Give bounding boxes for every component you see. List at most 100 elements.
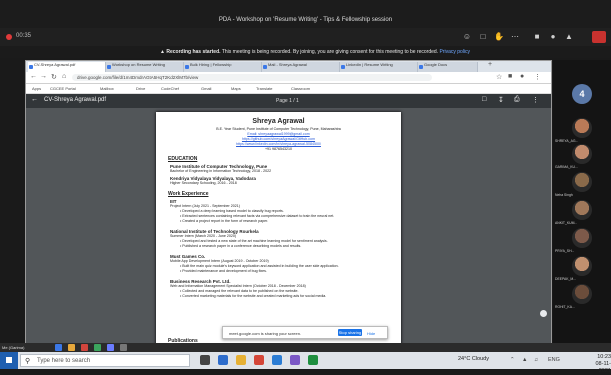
participants-icon[interactable]: ☺ bbox=[462, 32, 472, 42]
network-icon[interactable]: ▲ bbox=[522, 357, 527, 363]
bookmark-star-icon[interactable]: ☆ bbox=[496, 73, 502, 81]
section-heading-work: Work Experience bbox=[168, 191, 209, 197]
forward-icon[interactable]: → bbox=[40, 73, 47, 80]
search-icon: ⚲ bbox=[25, 358, 31, 365]
extensions-icon[interactable]: ■ bbox=[508, 73, 512, 80]
pdf-print-icon[interactable]: ⎙ bbox=[514, 96, 520, 104]
meeting-toolbar: 00:35 ☺ □ ✋ ⋯ ■ ● ▲ bbox=[0, 28, 611, 46]
participant-avatar[interactable] bbox=[572, 200, 592, 220]
app-icon[interactable] bbox=[120, 344, 127, 351]
pdf-download-icon[interactable]: ↧ bbox=[498, 96, 504, 104]
home-icon[interactable]: ⌂ bbox=[62, 73, 66, 80]
participant-avatar[interactable] bbox=[572, 144, 592, 164]
browser-menu-icon[interactable]: ⋮ bbox=[534, 73, 541, 81]
education-detail: Higher Secondary Schooling, 2016 - 2018 bbox=[170, 181, 237, 185]
microphone-icon[interactable]: ● bbox=[548, 32, 558, 42]
app-icon[interactable] bbox=[68, 344, 75, 351]
resume-contact-line: B.E. Year Student, Pune Institute of Com… bbox=[216, 127, 341, 131]
job-bullet: • Published a research paper in a confer… bbox=[180, 244, 302, 248]
app-icon[interactable] bbox=[107, 344, 114, 351]
page-icon bbox=[185, 65, 189, 69]
taskbar-search-box[interactable]: ⚲ Type here to search bbox=[20, 354, 190, 367]
next-page-icon[interactable] bbox=[540, 310, 547, 317]
leave-call-button[interactable] bbox=[592, 31, 606, 43]
reload-icon[interactable]: ↻ bbox=[51, 73, 57, 81]
browser-tab-label: Bulk Hiring | Fellowship bbox=[190, 62, 232, 67]
clock-date: 08-11-2021 bbox=[595, 361, 611, 374]
participant-count-badge[interactable]: 4 bbox=[572, 84, 592, 104]
bookmark-item[interactable]: Gmail bbox=[201, 86, 211, 91]
bookmark-item[interactable]: Classroom bbox=[291, 86, 310, 91]
participant-avatar[interactable] bbox=[572, 228, 592, 248]
more-options-icon[interactable]: ⋯ bbox=[510, 32, 520, 42]
self-view-label: Me (Garima) bbox=[2, 345, 25, 350]
camera-icon[interactable]: ■ bbox=[532, 32, 542, 42]
url-field[interactable]: drive.google.com/file/d/1m4DmdrAGtA5HqT2… bbox=[72, 74, 432, 81]
resume-contact-line[interactable]: https://github.com/shreyaAgrawal/GitHub.… bbox=[156, 137, 401, 141]
teams-icon[interactable] bbox=[290, 355, 300, 365]
bookmark-item[interactable]: Translate bbox=[256, 86, 273, 91]
bookmark-item[interactable]: Drive bbox=[136, 86, 145, 91]
stop-sharing-button[interactable]: Stop sharing bbox=[338, 329, 362, 336]
app-icon[interactable] bbox=[55, 344, 62, 351]
participant-avatar[interactable] bbox=[572, 118, 592, 138]
hide-toast-button[interactable]: Hide bbox=[367, 331, 375, 336]
bookmark-item[interactable]: CGCEE Portal bbox=[50, 86, 76, 91]
pdf-toolbar: ← CV-Shreya Agrawal.pdf Page 1 / 1 □ ↧ ⎙… bbox=[26, 94, 551, 108]
pdf-more-icon[interactable]: ⋮ bbox=[532, 96, 539, 104]
meeting-title-bar: PDA - Workshop on 'Resume Writing' - Tip… bbox=[0, 0, 611, 28]
app-icon[interactable] bbox=[94, 344, 101, 351]
app-icon[interactable] bbox=[81, 344, 88, 351]
participant-name: DEEPAK_M... bbox=[555, 277, 577, 281]
language-indicator[interactable]: ENG bbox=[548, 357, 560, 363]
shared-browser-window: CV-Shreya Agrawal.pdf Workshop on Resume… bbox=[25, 60, 552, 345]
resume-contact-line[interactable]: https://www.linkedin.com/in/shreya-agraw… bbox=[156, 142, 401, 146]
pdf-back-icon[interactable]: ← bbox=[31, 96, 38, 103]
resume-contact-line[interactable]: Email: shreyaagrawal1999@gmail.com bbox=[156, 132, 401, 136]
pdf-page-indicator: Page 1 / 1 bbox=[276, 98, 299, 104]
tray-chevron-icon[interactable]: ⌃ bbox=[510, 357, 515, 363]
pdf-page: Shreya Agrawal B.E. Year Student, Pune I… bbox=[156, 112, 401, 344]
url-text: drive.google.com/file/d/1m4DmdrAGtA5HqT2… bbox=[77, 75, 199, 80]
participant-avatar[interactable] bbox=[572, 284, 592, 304]
new-tab-icon[interactable]: + bbox=[488, 61, 492, 68]
pdf-viewport[interactable]: Shreya Agrawal B.E. Year Student, Pune I… bbox=[26, 108, 551, 344]
privacy-policy-link[interactable]: Privacy policy bbox=[439, 49, 470, 55]
browser-tab[interactable]: CV-Shreya Agrawal.pdf bbox=[28, 62, 106, 72]
browser-tab[interactable]: Google Docs bbox=[418, 62, 478, 72]
bookmark-item[interactable]: Apps bbox=[32, 86, 41, 91]
participant-avatar[interactable] bbox=[572, 256, 592, 276]
chrome-icon[interactable] bbox=[254, 355, 264, 365]
browser-tab[interactable]: Bulk Hiring | Fellowship bbox=[184, 62, 262, 72]
back-icon[interactable]: ← bbox=[30, 73, 37, 80]
mail-icon bbox=[263, 65, 267, 69]
system-clock[interactable]: 10:23 08-11-2021 bbox=[584, 354, 611, 375]
pdf-filename: CV-Shreya Agrawal.pdf bbox=[44, 97, 107, 103]
start-button[interactable] bbox=[0, 352, 18, 369]
edge-icon[interactable] bbox=[218, 355, 228, 365]
bookmark-item[interactable]: CodeChef bbox=[161, 86, 179, 91]
participant-name: PRIYA_SH... bbox=[555, 249, 575, 253]
task-view-icon[interactable] bbox=[200, 355, 210, 365]
participant-name: ANKIT_KUM... bbox=[555, 221, 578, 225]
participants-panel: 4 SHREYA_AG... GARIMA_KU... Neha Singh ANKI… bbox=[553, 60, 611, 343]
weather-widget[interactable]: 24°C Cloudy bbox=[458, 356, 489, 362]
participant-avatar[interactable] bbox=[572, 172, 592, 192]
job-bullet: • Collected and managed the relevant dat… bbox=[180, 289, 299, 293]
word-icon[interactable] bbox=[272, 355, 282, 365]
screen-share-toast: meet.google.com is sharing your screen. … bbox=[222, 326, 388, 339]
participant-name: ROHIT_KA... bbox=[555, 305, 575, 309]
bookmark-item[interactable]: Mailbox bbox=[100, 86, 114, 91]
pdf-comment-icon[interactable]: □ bbox=[482, 96, 486, 103]
meet-app-icon[interactable] bbox=[308, 355, 318, 365]
profile-icon[interactable]: ● bbox=[520, 73, 524, 80]
file-explorer-icon[interactable] bbox=[236, 355, 246, 365]
bookmark-item[interactable]: Maps bbox=[231, 86, 241, 91]
volume-icon[interactable]: ♫ bbox=[534, 357, 538, 363]
share-screen-icon[interactable]: ▲ bbox=[564, 32, 574, 42]
raise-hand-icon[interactable]: ✋ bbox=[494, 32, 504, 42]
browser-tab[interactable]: LinkedIn | Resume Writing bbox=[340, 62, 418, 72]
browser-tab[interactable]: Workshop on Resume Writing bbox=[106, 62, 184, 72]
chat-icon[interactable]: □ bbox=[478, 32, 488, 42]
browser-tab[interactable]: Mail - Shreya Agrawal bbox=[262, 62, 340, 72]
